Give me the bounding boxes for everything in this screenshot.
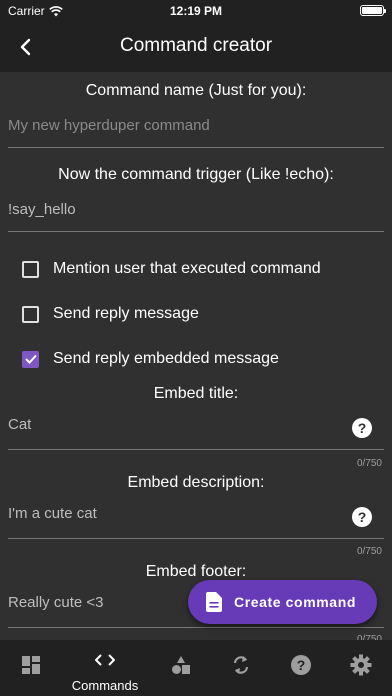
embed-description-counter: 0/750: [356, 546, 382, 557]
document-icon: [206, 592, 222, 612]
trigger-label: Now the command trigger (Like !echo):: [58, 166, 334, 183]
embed-description-value: I'm a cute cat: [8, 505, 97, 522]
check-icon: [24, 354, 37, 364]
create-command-button[interactable]: Create command: [188, 580, 377, 624]
option-mention-user[interactable]: Mention user that executed command: [22, 259, 321, 279]
trigger-value: !say_hello: [8, 201, 76, 218]
top-bar: Carrier 12:19 PM Command creator: [0, 0, 392, 72]
embed-title-label: Embed title:: [153, 385, 239, 402]
embed-description-input[interactable]: I'm a cute cat ?: [8, 499, 384, 539]
code-icon: [94, 649, 116, 671]
option-label: Send reply embedded message: [53, 350, 279, 367]
embed-title-value: Cat: [8, 416, 32, 433]
bottom-navigation: Commands ?: [0, 640, 392, 696]
command-name-input[interactable]: My new hyperduper command: [8, 112, 384, 148]
checkbox[interactable]: [22, 260, 39, 278]
option-send-embed[interactable]: Send reply embedded message: [22, 349, 279, 369]
help-circle-icon: ?: [290, 654, 312, 676]
option-label: Mention user that executed command: [53, 260, 321, 277]
command-name-placeholder: My new hyperduper command: [8, 117, 210, 134]
embed-footer-value: Really cute <3: [8, 594, 104, 611]
command-name-label: Command name (Just for you):: [85, 82, 307, 99]
dashboard-icon: [20, 654, 42, 676]
create-command-label: Create command: [234, 594, 356, 610]
embed-title-counter: 0/750: [356, 458, 382, 469]
status-time: 12:19 PM: [169, 4, 223, 18]
app-bar: Command creator: [0, 22, 392, 72]
status-bar: Carrier 12:19 PM: [0, 0, 392, 22]
embed-description-label: Embed description:: [127, 474, 265, 491]
sync-icon: [230, 654, 252, 676]
gear-icon: [350, 654, 372, 676]
help-icon[interactable]: ?: [352, 507, 372, 527]
nav-commands-label: Commands: [71, 678, 139, 693]
battery-icon: [360, 5, 386, 16]
embed-footer-label: Embed footer:: [145, 563, 247, 580]
shapes-icon: [170, 654, 192, 676]
option-label: Send reply message: [53, 305, 199, 322]
help-icon[interactable]: ?: [352, 418, 372, 438]
embed-title-input[interactable]: Cat ?: [8, 410, 384, 450]
checkbox-checked[interactable]: [22, 350, 39, 368]
trigger-input[interactable]: !say_hello: [8, 196, 384, 232]
page-title: Command creator: [119, 35, 273, 56]
checkbox[interactable]: [22, 305, 39, 323]
nav-dashboard[interactable]: [0, 640, 70, 696]
svg-text:?: ?: [297, 657, 306, 673]
nav-settings[interactable]: [322, 640, 392, 696]
option-send-reply[interactable]: Send reply message: [22, 304, 199, 324]
nav-commands[interactable]: Commands: [66, 640, 144, 696]
